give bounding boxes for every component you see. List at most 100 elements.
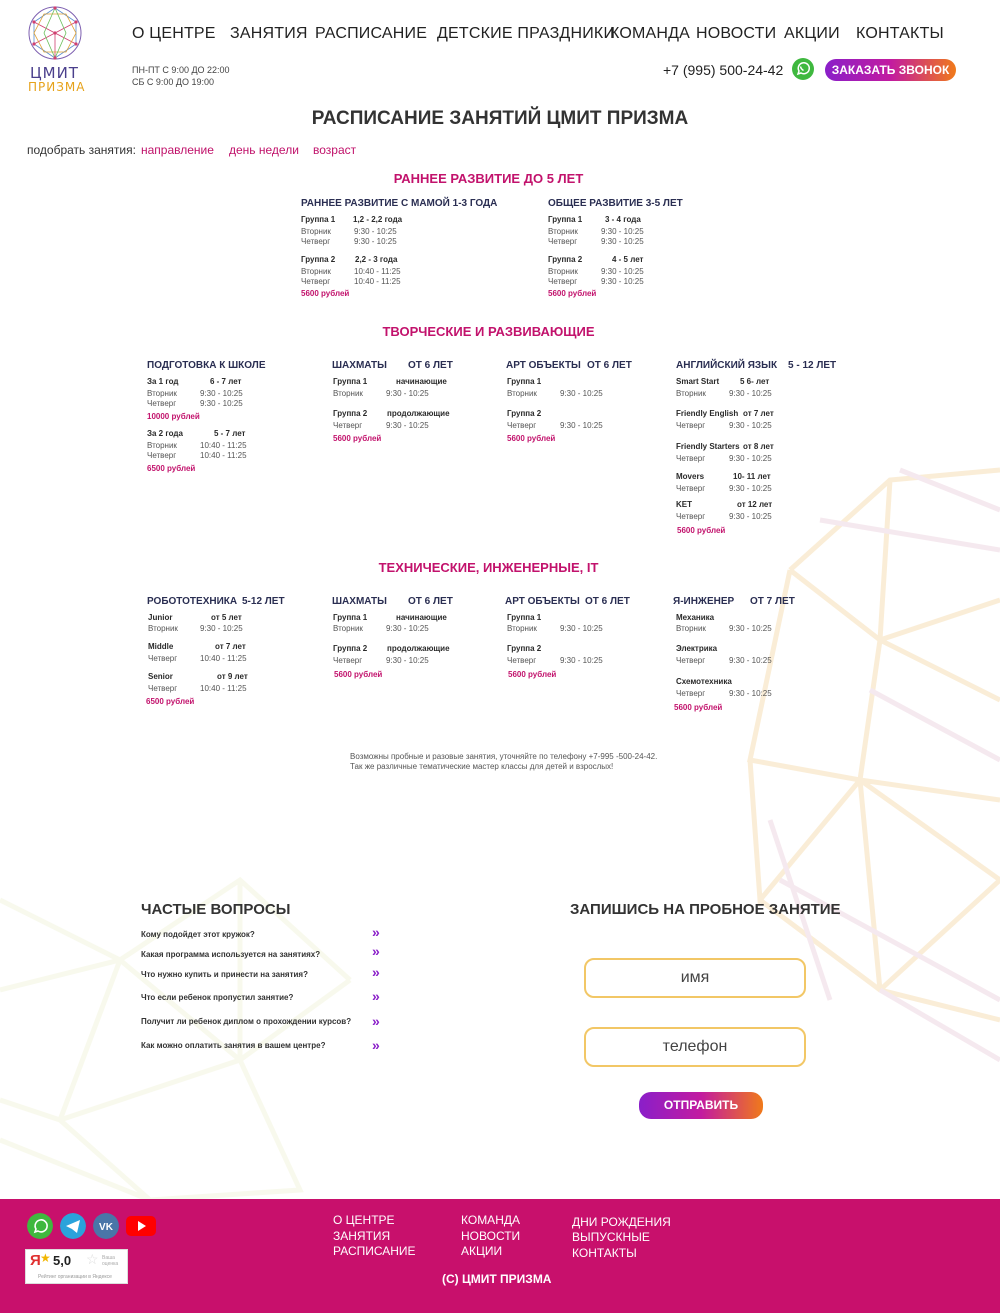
footer-link-contacts[interactable]: КОНТАКТЫ bbox=[572, 1246, 637, 1260]
faq-question[interactable]: Получит ли ребенок диплом о прохождении … bbox=[141, 1017, 351, 1026]
day: Вторник bbox=[148, 624, 178, 633]
faq-question[interactable]: Как можно оплатить занятия в вашем центр… bbox=[141, 1041, 325, 1050]
footer-link-birthdays[interactable]: ДНИ РОЖДЕНИЯ bbox=[572, 1215, 671, 1229]
group-name: Группа 1 bbox=[333, 613, 368, 622]
course-level: KET bbox=[676, 500, 692, 509]
group-age: 6 - 7 лет bbox=[210, 377, 242, 386]
nav-about[interactable]: О ЦЕНТРЕ bbox=[132, 25, 216, 43]
submit-button[interactable]: ОТПРАВИТЬ bbox=[639, 1092, 763, 1119]
price: 5600 рублей bbox=[301, 289, 350, 298]
section-title-tech: ТЕХНИЧЕСКИЕ, ИНЖЕНЕРНЫЕ, IT bbox=[378, 560, 599, 575]
faq-title: ЧАСТЫЕ ВОПРОСЫ bbox=[141, 901, 291, 918]
group-name: Группа 2 bbox=[507, 409, 542, 418]
time: 9:30 - 10:25 bbox=[200, 399, 243, 408]
time: 9:30 - 10:25 bbox=[729, 454, 772, 463]
time: 9:30 - 10:25 bbox=[354, 227, 397, 236]
chevron-right-icon[interactable]: » bbox=[372, 1013, 380, 1029]
chevron-right-icon[interactable]: » bbox=[372, 1037, 380, 1053]
note-line: Так же различные тематические мастер кла… bbox=[350, 762, 614, 771]
course-level: Senior bbox=[148, 672, 173, 681]
footer-link-classes[interactable]: ЗАНЯТИЯ bbox=[333, 1229, 390, 1243]
footer-link-schedule[interactable]: РАСПИСАНИЕ bbox=[333, 1244, 416, 1258]
nav-schedule[interactable]: РАСПИСАНИЕ bbox=[315, 25, 427, 43]
group-age: 2,2 - 3 года bbox=[355, 255, 398, 264]
time: 10:40 - 11:25 bbox=[200, 654, 247, 663]
star-icon: ★ bbox=[40, 1251, 51, 1265]
nav-team[interactable]: КОМАНДА bbox=[610, 25, 690, 43]
footer-link-graduations[interactable]: ВЫПУСКНЫЕ bbox=[572, 1230, 650, 1244]
chevron-right-icon[interactable]: » bbox=[372, 943, 380, 959]
course-title: АРТ ОБЪЕКТЫ bbox=[505, 596, 580, 607]
yandex-rating-badge[interactable]: Я ★ 5,0 ☆ Ваша оценка Рейтинг организаци… bbox=[25, 1249, 128, 1284]
day: Четверг bbox=[676, 484, 706, 493]
time: 9:30 - 10:25 bbox=[729, 656, 772, 665]
day: Вторник bbox=[333, 624, 363, 633]
filter-age[interactable]: возраст bbox=[313, 143, 356, 157]
logo[interactable]: ЦМИТ ПРИЗМА bbox=[26, 4, 86, 94]
time: 9:30 - 10:25 bbox=[386, 389, 429, 398]
footer-link-promos[interactable]: АКЦИИ bbox=[461, 1244, 502, 1258]
nav-contacts[interactable]: КОНТАКТЫ bbox=[856, 25, 944, 43]
footer-link-team[interactable]: КОМАНДА bbox=[461, 1213, 520, 1227]
rating-caption: Рейтинг организации в Яндексе bbox=[38, 1274, 112, 1280]
course-level-age: от 9 лет bbox=[217, 672, 248, 681]
group-name: За 1 год bbox=[147, 377, 179, 386]
day: Четверг bbox=[548, 237, 578, 246]
course-level: Smart Start bbox=[676, 377, 720, 386]
telegram-icon[interactable] bbox=[60, 1213, 86, 1239]
phone-field[interactable] bbox=[584, 1027, 806, 1067]
group-age: 4 - 5 лет bbox=[612, 255, 644, 264]
whatsapp-icon[interactable] bbox=[791, 57, 815, 81]
filter-direction[interactable]: направление bbox=[141, 143, 214, 157]
time: 9:30 - 10:25 bbox=[729, 389, 772, 398]
faq-question[interactable]: Что нужно купить и принести на занятия? bbox=[141, 970, 308, 979]
faq-question[interactable]: Кому подойдет этот кружок? bbox=[141, 930, 255, 939]
time: 9:30 - 10:25 bbox=[386, 624, 429, 633]
youtube-icon[interactable] bbox=[126, 1213, 156, 1239]
time: 9:30 - 10:25 bbox=[560, 624, 603, 633]
chevron-right-icon[interactable]: » bbox=[372, 924, 380, 940]
day: Вторник bbox=[548, 227, 578, 236]
day: Четверг bbox=[676, 421, 706, 430]
nav-classes[interactable]: ЗАНЯТИЯ bbox=[230, 25, 308, 43]
chevron-right-icon[interactable]: » bbox=[372, 964, 380, 980]
price: 5600 рублей bbox=[674, 703, 723, 712]
note-line: Возможны пробные и разовые занятия, уточ… bbox=[350, 752, 658, 761]
course-title: ОБЩЕЕ РАЗВИТИЕ 3-5 ЛЕТ bbox=[548, 198, 683, 209]
day: Вторник bbox=[301, 267, 331, 276]
group-name: Группа 1 bbox=[548, 215, 583, 224]
day: Четверг bbox=[148, 684, 178, 693]
name-field[interactable] bbox=[584, 958, 806, 998]
star-outline-icon: ☆ bbox=[86, 1251, 99, 1267]
group-age: 5 - 7 лет bbox=[214, 429, 246, 438]
time: 9:30 - 10:25 bbox=[560, 421, 603, 430]
footer-link-news[interactable]: НОВОСТИ bbox=[461, 1229, 520, 1243]
filter-weekday[interactable]: день недели bbox=[229, 143, 299, 157]
vk-icon[interactable]: VK bbox=[93, 1213, 119, 1239]
header-phone[interactable]: +7 (995) 500-24-42 bbox=[663, 62, 783, 78]
whatsapp-icon[interactable] bbox=[27, 1213, 53, 1239]
day: Вторник bbox=[147, 441, 177, 450]
chevron-right-icon[interactable]: » bbox=[372, 988, 380, 1004]
group-name: За 2 года bbox=[147, 429, 183, 438]
price: 5600 рублей bbox=[677, 526, 726, 535]
footer-link-about[interactable]: О ЦЕНТРЕ bbox=[333, 1213, 395, 1227]
time: 9:30 - 10:25 bbox=[200, 389, 243, 398]
group-name: Группа 1 bbox=[507, 613, 542, 622]
time: 9:30 - 10:25 bbox=[386, 421, 429, 430]
nav-kids-parties[interactable]: ДЕТСКИЕ ПРАЗДНИКИ bbox=[437, 25, 615, 43]
time: 9:30 - 10:25 bbox=[601, 227, 644, 236]
price: 6500 рублей bbox=[147, 464, 196, 473]
day: Четверг bbox=[676, 656, 706, 665]
course-level-age: 10- 11 лет bbox=[733, 472, 771, 481]
day: Вторник bbox=[676, 389, 706, 398]
course-age: 5-12 ЛЕТ bbox=[242, 596, 285, 607]
faq-question[interactable]: Что если ребенок пропустил занятие? bbox=[141, 993, 293, 1002]
faq-question[interactable]: Какая программа используется на занятиях… bbox=[141, 950, 320, 959]
nav-news[interactable]: НОВОСТИ bbox=[696, 25, 776, 43]
day: Четверг bbox=[507, 421, 537, 430]
nav-promos[interactable]: АКЦИИ bbox=[784, 25, 840, 43]
group-name: Группа 1 bbox=[301, 215, 336, 224]
day: Четверг bbox=[676, 512, 706, 521]
order-call-button[interactable]: ЗАКАЗАТЬ ЗВОНОК bbox=[825, 59, 956, 81]
